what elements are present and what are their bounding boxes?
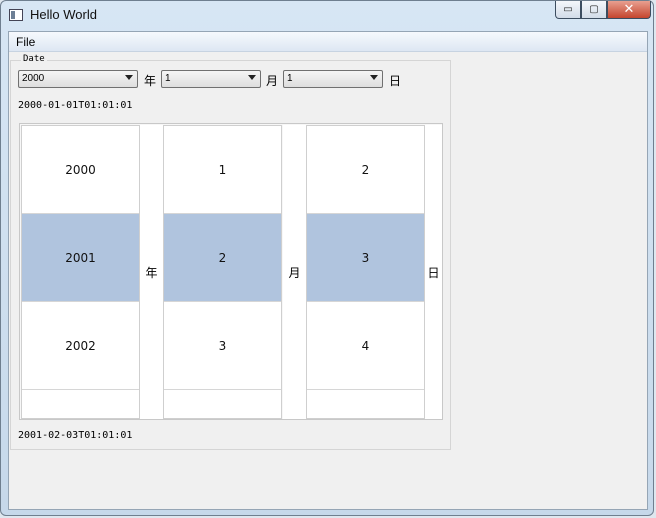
title-bar[interactable]: Hello World ▭ ▢ ✕ <box>1 1 655 30</box>
year-option[interactable]: 2000 <box>22 126 139 214</box>
chevron-down-icon <box>248 75 256 80</box>
year-wheel-label: 年 <box>140 125 163 419</box>
menu-bar: File <box>9 32 647 52</box>
month-option[interactable]: 1 <box>164 126 281 214</box>
close-button[interactable]: ✕ <box>607 1 651 19</box>
minimize-button[interactable]: ▭ <box>555 1 581 19</box>
day-wheel-label: 日 <box>425 125 442 419</box>
app-window: Hello World ▭ ▢ ✕ File Date 2000 年 1 月 1 <box>0 0 654 516</box>
maximize-icon: ▢ <box>589 4 599 15</box>
month-unit-label: 月 <box>266 74 279 88</box>
minimize-icon: ▭ <box>563 4 573 15</box>
month-wheel-label: 月 <box>283 125 306 419</box>
client-area: File Date 2000 年 1 月 1 日 2000-01-01T01:0… <box>8 31 648 510</box>
month-combo-value: 1 <box>165 73 171 84</box>
maximize-button[interactable]: ▢ <box>581 1 607 19</box>
close-icon: ✕ <box>623 2 635 17</box>
day-option[interactable]: 4 <box>307 302 424 390</box>
year-combo[interactable]: 2000 <box>18 70 138 88</box>
bottom-datetime-text: 2001-02-03T01:01:01 <box>18 430 133 441</box>
year-option[interactable]: 2002 <box>22 302 139 390</box>
window-controls: ▭ ▢ ✕ <box>555 1 651 21</box>
year-option-selected[interactable]: 2001 <box>22 214 139 302</box>
year-unit-label: 年 <box>144 74 157 88</box>
top-datetime-text: 2000-01-01T01:01:01 <box>18 100 133 111</box>
app-window-icon <box>9 9 23 21</box>
day-combo[interactable]: 1 <box>283 70 383 88</box>
day-option[interactable]: 2 <box>307 126 424 214</box>
year-combo-value: 2000 <box>22 73 45 84</box>
date-groupbox: Date 2000 年 1 月 1 日 2000-01-01T01:01:01 … <box>10 54 451 450</box>
month-option[interactable]: 3 <box>164 302 281 390</box>
year-wheel[interactable]: 2000 2001 2002 <box>21 125 140 419</box>
date-wheel-picker: 2000 2001 2002 年 1 2 3 月 2 3 4 日 <box>19 123 443 420</box>
chevron-down-icon <box>370 75 378 80</box>
day-option-selected[interactable]: 3 <box>307 214 424 302</box>
groupbox-title: Date <box>21 54 47 64</box>
month-combo[interactable]: 1 <box>161 70 261 88</box>
month-wheel[interactable]: 1 2 3 <box>163 125 282 419</box>
window-title: Hello World <box>30 7 97 22</box>
day-combo-value: 1 <box>287 73 293 84</box>
chevron-down-icon <box>125 75 133 80</box>
menu-file[interactable]: File <box>16 35 35 49</box>
day-unit-label: 日 <box>389 74 402 88</box>
month-option-selected[interactable]: 2 <box>164 214 281 302</box>
day-wheel[interactable]: 2 3 4 <box>306 125 425 419</box>
